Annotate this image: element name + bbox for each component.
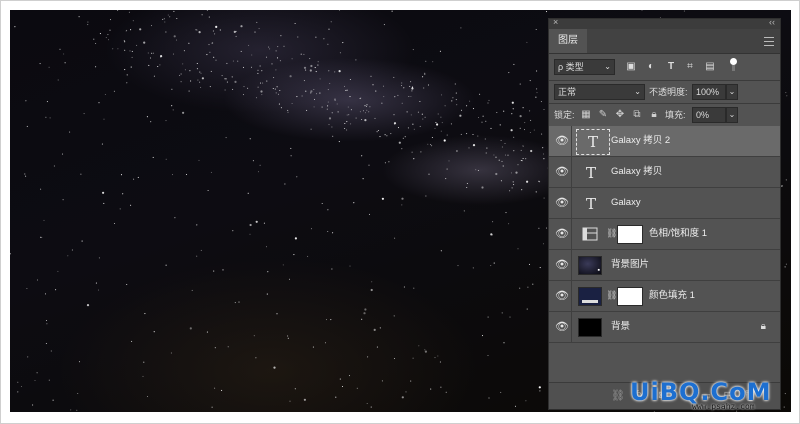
lock-position-icon[interactable]: ✥ — [614, 109, 626, 121]
link-icon[interactable]: ⛓︎ — [606, 228, 617, 239]
visibility-eye-icon[interactable]: 👁︎ — [555, 291, 569, 302]
blend-mode-select[interactable]: 正常 ⌄ — [554, 84, 645, 100]
text-layer-icon: T — [576, 129, 610, 155]
layer-name: 背景图片 — [611, 259, 650, 270]
layer-mask-thumbnail[interactable] — [617, 225, 643, 244]
text-layer-icon: T — [585, 195, 596, 213]
background-thumbnail — [578, 318, 602, 337]
layer-name: Galaxy 拷贝 — [611, 166, 663, 177]
adjustment-layer-icon — [578, 225, 602, 244]
chevron-down-icon: ⌄ — [634, 87, 641, 96]
link-layers-icon[interactable]: ⛓︎ — [611, 389, 625, 402]
blend-mode-value: 正常 — [558, 87, 577, 97]
smart-object-badge-icon: ▪ — [597, 267, 600, 274]
layer-row-hue-saturation[interactable]: 👁︎ ⛓︎ 色相/饱和度 1 — [549, 219, 780, 250]
image-filter-icon[interactable]: ▣ — [625, 61, 637, 73]
lock-image-pixels-icon[interactable]: ✎ — [597, 109, 609, 121]
layers-panel: × ‹‹ 图层 ρ 类型 ⌄ ▣ ◐ T ⌗ ▤ 正常 ⌄ 不透明度: 100%… — [548, 17, 781, 410]
visibility-eye-icon[interactable]: 👁︎ — [555, 136, 569, 147]
layer-mask-thumbnail[interactable] — [617, 287, 643, 306]
smart-object-filter-icon[interactable]: ▤ — [704, 61, 716, 73]
layer-row-color-fill[interactable]: 👁︎ ⛓︎ 颜色填充 1 — [549, 281, 780, 312]
text-layer-icon: T — [585, 164, 596, 182]
layer-name: Galaxy — [611, 197, 641, 208]
filter-kind-label: ρ 类型 — [558, 62, 584, 72]
lock-label: 锁定: — [554, 110, 575, 120]
opacity-input[interactable]: 100% — [692, 84, 726, 100]
tab-layers[interactable]: 图层 — [549, 29, 587, 53]
watermark-url: www.psahz.com — [692, 402, 755, 411]
visibility-eye-icon[interactable]: 👁︎ — [555, 260, 569, 271]
lock-icon: 🔒︎ — [760, 321, 766, 332]
lock-artboard-icon[interactable]: ⧉ — [631, 109, 643, 121]
layer-row-galaxy-copy[interactable]: 👁︎ T Galaxy 拷贝 — [549, 157, 780, 188]
fill-label: 填充: — [665, 110, 686, 120]
filter-toggle[interactable] — [730, 58, 737, 71]
visibility-eye-icon[interactable]: 👁︎ — [555, 229, 569, 240]
fill-input[interactable]: 0% — [692, 107, 726, 123]
layer-list: 👁︎ T Galaxy 拷贝 2 👁︎ T Galaxy 拷贝 👁︎ T Gal… — [549, 126, 780, 343]
lock-row: 锁定: ▦ ✎ ✥ ⧉ 🔒︎ 填充: 0% ⌄ — [549, 104, 780, 127]
layer-row-background-image[interactable]: 👁︎ ▪ 背景图片 — [549, 250, 780, 281]
lock-all-icon[interactable]: 🔒︎ — [648, 109, 660, 121]
visibility-eye-icon[interactable]: 👁︎ — [555, 198, 569, 209]
panel-menu-icon[interactable] — [764, 37, 774, 46]
lock-transparent-pixels-icon[interactable]: ▦ — [580, 109, 592, 121]
filter-row: ρ 类型 ⌄ ▣ ◐ T ⌗ ▤ — [549, 54, 780, 80]
link-icon[interactable]: ⛓︎ — [606, 290, 617, 301]
chevron-down-icon: ⌄ — [604, 62, 611, 71]
smart-object-thumbnail: ▪ — [578, 256, 602, 275]
layer-name: 背景 — [611, 321, 631, 332]
panel-tabbar: 图层 — [549, 29, 780, 54]
type-filter-icon[interactable]: T — [665, 61, 677, 73]
filter-kind-select[interactable]: ρ 类型 ⌄ — [554, 59, 615, 75]
layer-row-background[interactable]: 👁︎ 背景 🔒︎ — [549, 312, 780, 343]
fill-layer-thumbnail — [578, 287, 602, 306]
close-icon[interactable]: × — [553, 17, 558, 27]
layer-row-galaxy[interactable]: 👁︎ T Galaxy — [549, 188, 780, 219]
toggle-knob-icon — [730, 58, 737, 65]
collapse-icon[interactable]: ‹‹ — [769, 17, 775, 27]
layer-name: Galaxy 拷贝 2 — [611, 135, 671, 146]
layer-row-galaxy-copy-2[interactable]: 👁︎ T Galaxy 拷贝 2 — [549, 126, 780, 157]
opacity-dropdown[interactable]: ⌄ — [726, 84, 738, 100]
visibility-eye-icon[interactable]: 👁︎ — [555, 167, 569, 178]
shape-filter-icon[interactable]: ⌗ — [684, 61, 696, 73]
layer-name: 颜色填充 1 — [649, 290, 695, 301]
fill-dropdown[interactable]: ⌄ — [726, 107, 738, 123]
visibility-eye-icon[interactable]: 👁︎ — [555, 322, 569, 333]
adjustment-filter-icon[interactable]: ◐ — [645, 61, 657, 73]
layer-name: 色相/饱和度 1 — [649, 228, 708, 239]
blend-row: 正常 ⌄ 不透明度: 100% ⌄ — [549, 81, 780, 103]
opacity-label: 不透明度: — [649, 87, 688, 97]
panel-header: × ‹‹ — [549, 17, 780, 29]
